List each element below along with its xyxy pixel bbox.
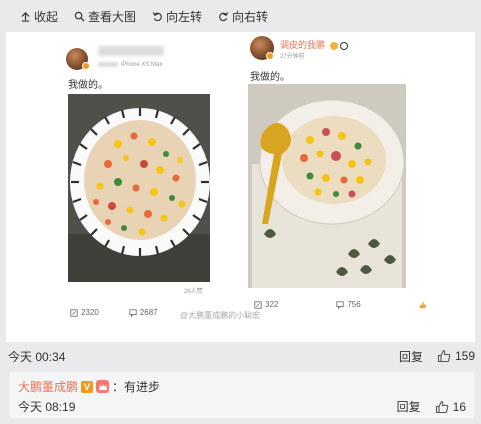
reply-time: 今天 08:19 — [18, 400, 76, 414]
verified-v-icon: V — [81, 380, 94, 393]
repost-stat: 322 — [254, 300, 278, 309]
comment-image[interactable]: iPhone XS Max 我做的。 26人赞 2320 2687 调皮的我鹏 … — [6, 32, 475, 342]
rotate-right-label: 向右转 — [232, 9, 269, 24]
right-post-screenshot: 调皮的我鹏 27分钟前 我做的。 322 756 — [244, 32, 454, 328]
left-post-screenshot: iPhone XS Max 我做的。 26人赞 2320 2687 — [62, 40, 224, 332]
comment-icon — [336, 300, 344, 309]
reply-button[interactable]: 回复 — [397, 398, 421, 415]
like-button[interactable]: 16 — [435, 400, 466, 414]
collapse-label: 收起 — [34, 9, 59, 24]
reply-meta-row: 今天 08:19 回复 16 — [18, 398, 466, 415]
comment-icon — [129, 308, 137, 317]
post-username: 调皮的我鹏 — [280, 38, 349, 51]
food-photo-left — [68, 94, 210, 282]
collapse-button[interactable]: 收起 — [20, 8, 58, 25]
blurred-username — [98, 46, 164, 56]
verified-badge — [82, 62, 90, 70]
panda-icon — [340, 41, 349, 50]
thumbs-up-icon — [437, 349, 451, 363]
image-toolbar: 收起 查看大图 向左转 向右转 — [0, 0, 481, 32]
reply-text: ：有进步 — [112, 380, 161, 394]
post-text: 我做的。 — [250, 72, 290, 83]
search-icon — [74, 11, 85, 22]
post-text: 我做的。 — [68, 80, 108, 91]
like-button[interactable]: 159 — [437, 349, 475, 363]
emoji-icon — [329, 41, 338, 50]
comment-stat: 756 — [336, 300, 361, 309]
view-large-label: 查看大图 — [88, 9, 137, 24]
rotate-left-button[interactable]: 向左转 — [152, 8, 202, 25]
rotate-right-icon — [219, 11, 229, 21]
comment-time: 今天 00:34 — [8, 349, 66, 364]
repost-stat: 2320 — [70, 308, 99, 317]
thumbs-up-icon — [419, 301, 426, 308]
like-count: 16 — [452, 399, 466, 414]
food-photo-right — [248, 84, 406, 288]
like-stat — [419, 300, 427, 309]
rotate-left-label: 向左转 — [166, 9, 203, 24]
member-crown-icon — [96, 380, 110, 393]
reply-comment: 大鹏董成鹏 V ：有进步 今天 08:19 回复 16 — [10, 372, 474, 418]
repost-icon — [254, 300, 262, 309]
verified-badge — [266, 52, 274, 60]
watermark: @大鹏董成鹏的小聪宏 — [180, 311, 261, 320]
reply-content: 大鹏董成鹏 V ：有进步 — [18, 378, 160, 395]
right-post-stats: 322 756 — [254, 300, 427, 309]
rotate-right-button[interactable]: 向右转 — [218, 8, 268, 25]
thumbs-up-icon — [435, 400, 448, 413]
like-count: 159 — [454, 349, 475, 363]
like-summary: 26人赞 — [184, 289, 203, 295]
rotate-left-icon — [152, 11, 162, 21]
repost-icon — [70, 308, 78, 317]
view-large-button[interactable]: 查看大图 — [74, 8, 136, 25]
reply-author[interactable]: 大鹏董成鹏 — [18, 378, 78, 395]
comment-meta-row: 今天 00:34 回复 159 — [6, 342, 475, 370]
collapse-icon — [21, 11, 30, 22]
left-post-stats: 2320 2687 — [70, 308, 158, 317]
post-time: 27分钟前 — [280, 54, 305, 60]
reply-button[interactable]: 回复 — [399, 348, 423, 365]
comment-stat: 2687 — [129, 308, 158, 317]
post-device: iPhone XS Max — [98, 62, 162, 68]
